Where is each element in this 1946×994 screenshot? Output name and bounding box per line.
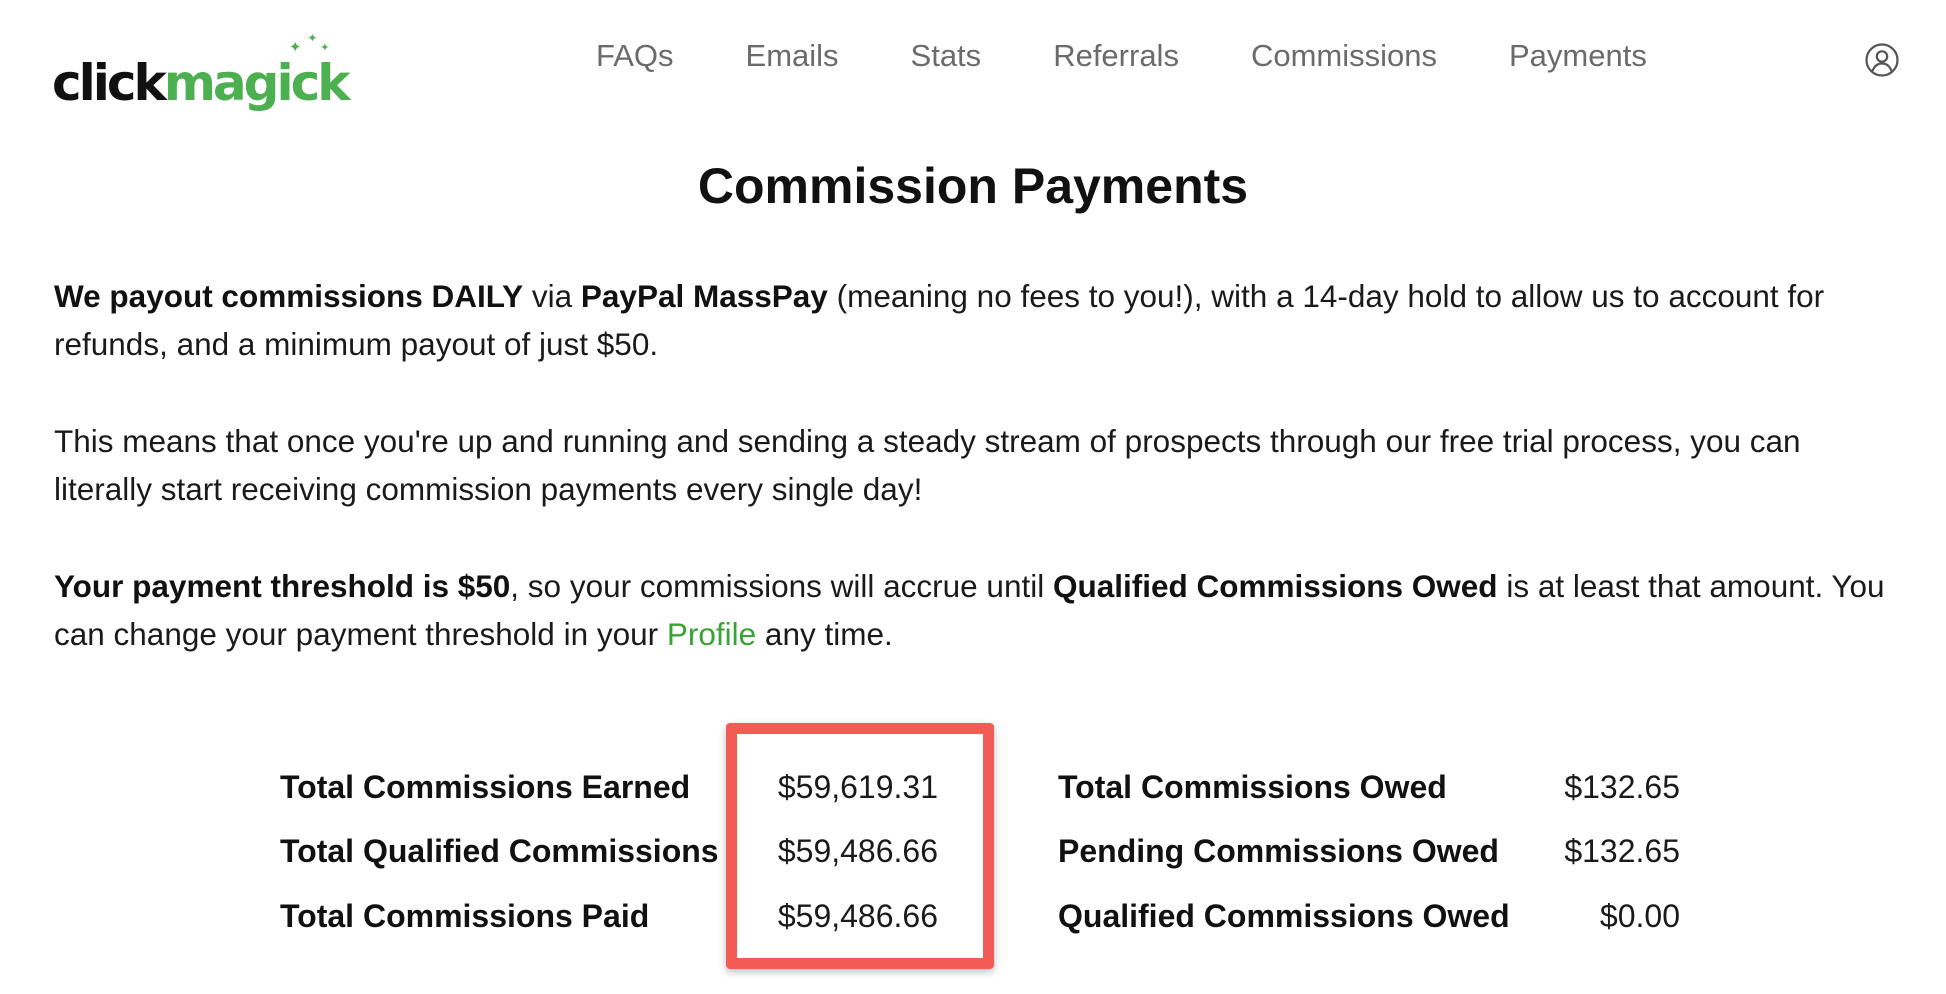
clickmagick-logo[interactable]: click magick ✦ ✦ ✦ — [52, 28, 351, 112]
logo-text-magick: magick ✦ ✦ ✦ — [164, 32, 351, 108]
top-header: click magick ✦ ✦ ✦ FAQs Emails Stats Referra… — [0, 0, 1946, 130]
stat-label-total-paid: Total Commissions Paid — [280, 898, 650, 934]
nav-item-referrals[interactable]: Referrals — [1053, 38, 1179, 74]
stat-label-total-earned: Total Commissions Earned — [280, 769, 691, 805]
stat-value-total-owed: $132.65 — [1564, 769, 1680, 805]
stat-label-total-qualified: Total Qualified Commissions — [280, 833, 719, 869]
stat-value-pending-owed: $132.65 — [1564, 833, 1680, 869]
stat-value-qualified-owed: $0.00 — [1599, 898, 1680, 934]
threshold-text: Your payment threshold is $50 — [54, 568, 511, 604]
nav-item-faqs[interactable]: FAQs — [596, 38, 674, 74]
qualified-owed-text: Qualified Commissions Owed — [1052, 568, 1498, 604]
logo-text-magick-label: magick — [163, 54, 351, 112]
daily-payments-paragraph: This means that once you're up and runni… — [54, 423, 1801, 507]
page-title: Commission Payments — [697, 158, 1249, 214]
nav-item-commissions[interactable]: Commissions — [1251, 38, 1437, 74]
sparkle-icon: ✦ — [307, 31, 318, 45]
sparkle-icon: ✦ — [288, 38, 302, 56]
user-circle-icon[interactable] — [1864, 42, 1900, 78]
stat-label-pending-owed: Pending Commissions Owed — [1058, 833, 1499, 869]
nav-item-emails[interactable]: Emails — [746, 38, 839, 74]
nav-item-stats[interactable]: Stats — [911, 38, 982, 74]
payout-info-paragraph: We payout commissions DAILY via PayPal M… — [54, 272, 1894, 368]
accrue-text: , so your commissions will accrue until — [510, 568, 1053, 604]
highlight-annotation-box — [726, 723, 994, 969]
payout-daily-text: We payout commissions DAILY — [54, 278, 524, 314]
stat-label-qualified-owed: Qualified Commissions Owed — [1058, 898, 1510, 934]
main-nav: FAQs Emails Stats Referrals Commissions … — [596, 38, 1647, 74]
payout-via-text: via — [523, 278, 581, 314]
stat-label-total-owed: Total Commissions Owed — [1058, 769, 1447, 805]
logo-text-click: click — [52, 54, 167, 112]
nav-item-payments[interactable]: Payments — [1509, 38, 1647, 74]
sparkle-icon: ✦ — [320, 41, 330, 54]
profile-link[interactable]: Profile — [667, 616, 756, 652]
paypal-masspay-text: PayPal MassPay — [580, 278, 828, 314]
threshold-paragraph: Your payment threshold is $50, so your c… — [54, 562, 1894, 658]
any-time-text: any time. — [756, 616, 893, 652]
